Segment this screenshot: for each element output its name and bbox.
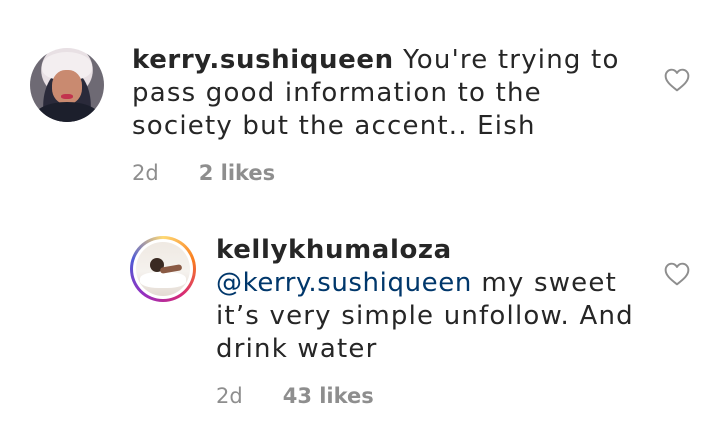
comment-body: kellykhumaloza @kerry.sushiqueen my swee…: [216, 234, 690, 408]
avatar: [136, 242, 190, 296]
comment-body: kerry.sushiqueen You're trying to pass g…: [132, 44, 690, 185]
avatar-lips: [61, 94, 73, 99]
heart-outline-icon[interactable]: [664, 68, 690, 92]
comment-text-block: kellykhumaloza @kerry.sushiqueen my swee…: [216, 234, 646, 366]
comment: kerry.sushiqueen You're trying to pass g…: [30, 44, 690, 185]
avatar-shoulders: [34, 102, 100, 122]
comment-likes[interactable]: 43 likes: [283, 384, 374, 408]
comment-username[interactable]: kellykhumaloza: [216, 235, 452, 265]
mention-link[interactable]: @kerry.sushiqueen: [216, 268, 472, 298]
story-ring[interactable]: [130, 236, 196, 302]
comment-meta: 2d 2 likes: [132, 161, 690, 185]
comment-text-block: kerry.sushiqueen You're trying to pass g…: [132, 44, 632, 143]
comment-username[interactable]: kerry.sushiqueen: [132, 45, 394, 75]
avatar[interactable]: [30, 48, 104, 122]
story-ring-gap: [133, 239, 193, 299]
heart-outline-icon[interactable]: [664, 262, 690, 286]
comment-likes[interactable]: 2 likes: [199, 161, 275, 185]
avatar-pillow: [140, 272, 186, 288]
reply-comment: kellykhumaloza @kerry.sushiqueen my swee…: [130, 234, 690, 408]
comment-time[interactable]: 2d: [132, 161, 159, 185]
comment-meta: 2d 43 likes: [216, 384, 690, 408]
comment-time[interactable]: 2d: [216, 384, 243, 408]
